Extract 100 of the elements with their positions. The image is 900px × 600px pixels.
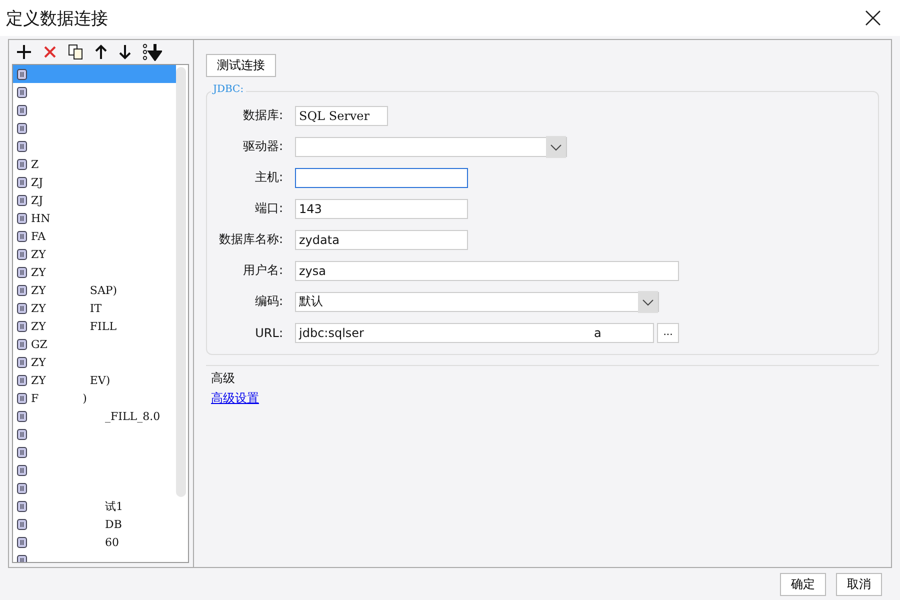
database-icon [17, 266, 27, 278]
database-icon [17, 338, 27, 350]
connection-item[interactable]: ZJ [13, 173, 176, 191]
database-icon [17, 248, 27, 260]
browse-button[interactable]: ... [657, 322, 679, 342]
connection-item[interactable]: 60 [13, 533, 176, 551]
arrow-up-icon[interactable] [94, 44, 108, 60]
connection-name: EV) [90, 374, 110, 386]
connection-name: IT [90, 302, 102, 314]
advanced-settings-link[interactable]: 高级设置 [211, 390, 259, 407]
database-icon [17, 464, 27, 476]
database-icon [17, 518, 27, 530]
caret-icon [638, 290, 658, 312]
database-type-field[interactable]: SQL Server [295, 106, 388, 126]
database-icon [17, 446, 27, 458]
field-label: 编码: [254, 293, 283, 310]
field-label: 数据库名称: [218, 231, 283, 248]
window-title: 定义数据连接 [6, 8, 108, 30]
connection-name: 60 [105, 536, 119, 548]
connection-name: ZY [31, 248, 46, 260]
url-field[interactable]: jdbc:sqlser a [295, 322, 654, 342]
dropdown-field[interactable] [295, 136, 567, 156]
section-heading: 高级 [211, 370, 235, 387]
connection-name: _FILL_8.0 [105, 410, 160, 422]
ok-button[interactable]: 确定 [780, 572, 826, 596]
caret-icon [546, 136, 566, 158]
connection-item[interactable]: ZY IT [13, 299, 176, 317]
connection-name: ZY [31, 374, 46, 386]
connection-name: GZ [31, 338, 48, 350]
database-icon [17, 230, 27, 242]
connection-item[interactable]: _FILL_8.0 [13, 407, 176, 425]
connection-name: FA [31, 230, 46, 242]
field-label: 数据库: [242, 107, 283, 124]
database-icon [17, 158, 27, 170]
field-label: 驱动器: [242, 138, 283, 155]
field-label: 主机: [254, 169, 283, 186]
field-label: 用户名: [242, 262, 283, 279]
connection-item[interactable]: FA [13, 227, 176, 245]
database-icon [17, 320, 27, 332]
connection-item[interactable]: DB [13, 515, 176, 533]
database-icon [17, 284, 27, 296]
connection-item[interactable]: ZJ [13, 191, 176, 209]
database-icon [17, 500, 27, 512]
copy-icon[interactable] [68, 44, 84, 60]
connection-name: ) [82, 392, 87, 404]
group-legend: JDBC: [211, 84, 246, 95]
connection-item[interactable]: Z [13, 155, 176, 173]
connection-name: 试1 [105, 498, 123, 514]
field-label: 端口: [254, 200, 283, 217]
connection-name: ZY [31, 266, 46, 278]
connection-name: DB [105, 518, 122, 530]
database-icon [17, 428, 27, 440]
database-icon [17, 302, 27, 314]
connection-item[interactable]: ZY [13, 245, 176, 263]
input-field[interactable]: zysa [295, 260, 679, 280]
database-icon [17, 356, 27, 368]
database-icon [17, 86, 27, 98]
database-icon [17, 536, 27, 548]
arrow-down-icon[interactable] [118, 44, 132, 60]
connection-name: FILL [90, 320, 116, 332]
connection-item[interactable]: HN [13, 209, 176, 227]
connection-item[interactable]: ZY EV) [13, 371, 176, 389]
input-field[interactable] [295, 168, 468, 188]
database-icon [17, 140, 27, 152]
field-label: URL: [254, 326, 283, 340]
connection-name: ZY [31, 356, 46, 368]
database-icon [17, 104, 27, 116]
database-icon [17, 392, 27, 404]
scrollbar[interactable] [176, 67, 186, 497]
connection-item[interactable]: ZY [13, 353, 176, 371]
delete-icon[interactable] [42, 44, 58, 60]
test-connection-button[interactable]: 测试连接 [206, 54, 276, 77]
cancel-button[interactable]: 取消 [836, 572, 882, 596]
add-icon[interactable] [16, 44, 32, 60]
close-icon[interactable] [864, 9, 882, 27]
database-icon [17, 176, 27, 188]
input-field[interactable]: zydata [295, 230, 468, 250]
connection-item[interactable]: ZY [13, 263, 176, 281]
connection-item[interactable]: F ) [13, 389, 176, 407]
database-icon [17, 68, 27, 80]
database-icon [17, 410, 27, 422]
dropdown-field[interactable]: 默认 [295, 292, 659, 312]
connection-name: ZY [31, 284, 46, 296]
database-icon [17, 374, 27, 386]
database-icon [17, 482, 27, 494]
database-icon [17, 122, 27, 134]
sort-down-icon[interactable] [142, 43, 162, 61]
connection-name: Z [31, 158, 39, 170]
connection-item[interactable]: GZ [13, 335, 176, 353]
connection-name: ZY [31, 320, 46, 332]
database-icon [17, 194, 27, 206]
connection-item[interactable]: ZY FILL [13, 317, 176, 335]
connection-item[interactable]: ZY SAP) [13, 281, 176, 299]
connection-item[interactable]: 试1 [13, 497, 176, 515]
input-field[interactable]: 143 [295, 198, 468, 218]
connection-name: SAP) [90, 284, 118, 296]
connection-name: ZJ [31, 176, 44, 188]
connection-name: F [31, 392, 39, 404]
connection-name: ZJ [31, 194, 44, 206]
connection-name: HN [31, 212, 50, 224]
